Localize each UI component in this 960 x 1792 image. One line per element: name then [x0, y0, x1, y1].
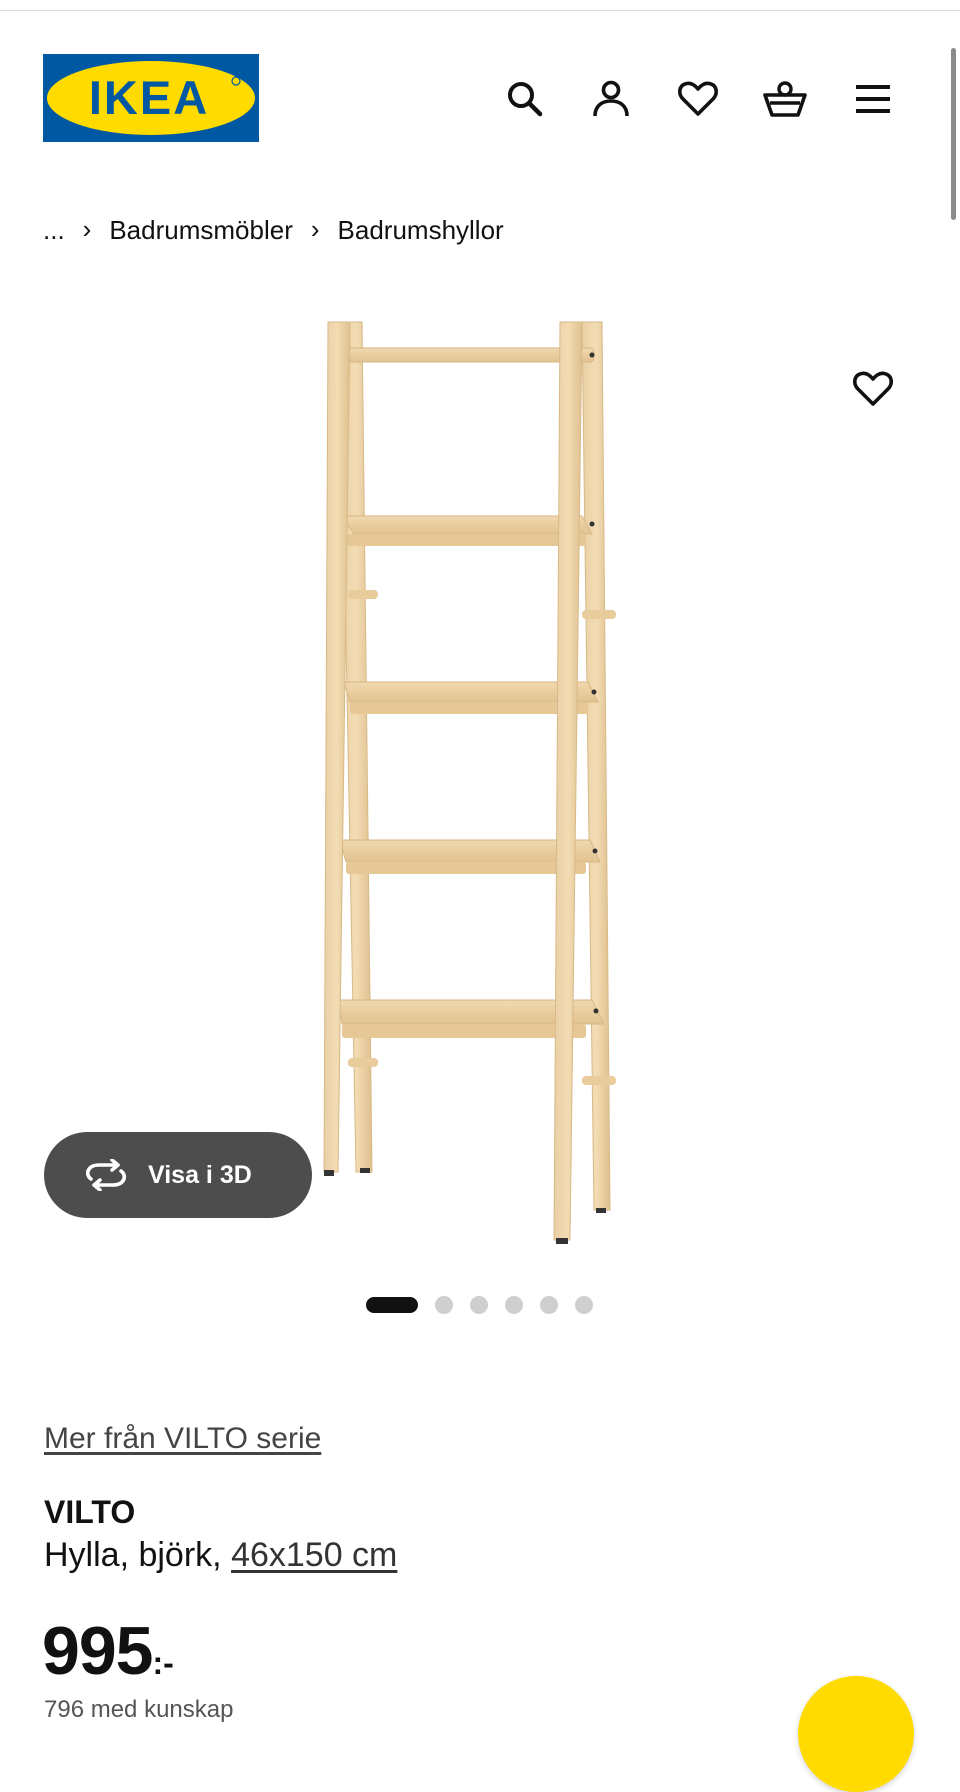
carousel-indicator [366, 1296, 593, 1314]
chevron-right-icon: › [310, 213, 320, 244]
product-dimensions-link[interactable]: 46x150 cm [231, 1536, 397, 1574]
carousel-dot[interactable] [435, 1296, 453, 1314]
carousel-dot[interactable] [575, 1296, 593, 1314]
chevron-right-icon: › [82, 213, 92, 244]
price-value: 995 [42, 1613, 153, 1689]
view-3d-button[interactable]: Visa i 3D [44, 1132, 312, 1218]
basket-button[interactable] [760, 74, 810, 124]
top-divider [0, 10, 960, 11]
price-suffix: :- [152, 1645, 174, 1681]
view-3d-label: Visa i 3D [148, 1160, 252, 1189]
menu-button[interactable] [848, 74, 898, 124]
favorite-button[interactable] [848, 364, 898, 414]
breadcrumb-item-badrumsmobler[interactable]: Badrumsmöbler [109, 215, 293, 246]
search-button[interactable] [500, 74, 550, 124]
wishlist-button[interactable] [673, 74, 723, 124]
breadcrumb-ellipsis[interactable]: ... [43, 215, 65, 246]
product-image[interactable] [320, 310, 640, 1250]
product-description: Hylla, björk, 46x150 cm [44, 1536, 397, 1575]
heart-icon [678, 81, 718, 116]
scrollbar[interactable] [951, 48, 956, 220]
breadcrumb-item-badrumshyllor[interactable]: Badrumshyllor [338, 215, 504, 246]
basket-icon [763, 81, 807, 117]
product-price: 995:- [42, 1612, 174, 1690]
product-type: Hylla, björk, [44, 1536, 232, 1574]
product-name: VILTO [44, 1494, 136, 1530]
breadcrumb: ... › Badrumsmöbler › Badrumshyllor [43, 212, 504, 248]
account-button[interactable] [586, 74, 636, 124]
ikea-logo[interactable]: IKEA [43, 54, 259, 142]
heart-icon [853, 371, 893, 406]
account-icon [593, 80, 629, 117]
menu-icon [856, 85, 890, 113]
rotate-3d-icon [82, 1151, 130, 1199]
member-price: 796 med kunskap [44, 1696, 234, 1723]
carousel-dot[interactable] [470, 1296, 488, 1314]
search-icon [508, 82, 543, 117]
svg-text:IKEA: IKEA [89, 71, 209, 124]
series-link[interactable]: Mer från VILTO serie [44, 1422, 321, 1456]
carousel-dot[interactable] [505, 1296, 523, 1314]
ikea-logo-graphic: IKEA [43, 54, 259, 142]
carousel-dot[interactable] [366, 1297, 418, 1313]
carousel-dot[interactable] [540, 1296, 558, 1314]
floating-action-button[interactable] [798, 1676, 914, 1792]
